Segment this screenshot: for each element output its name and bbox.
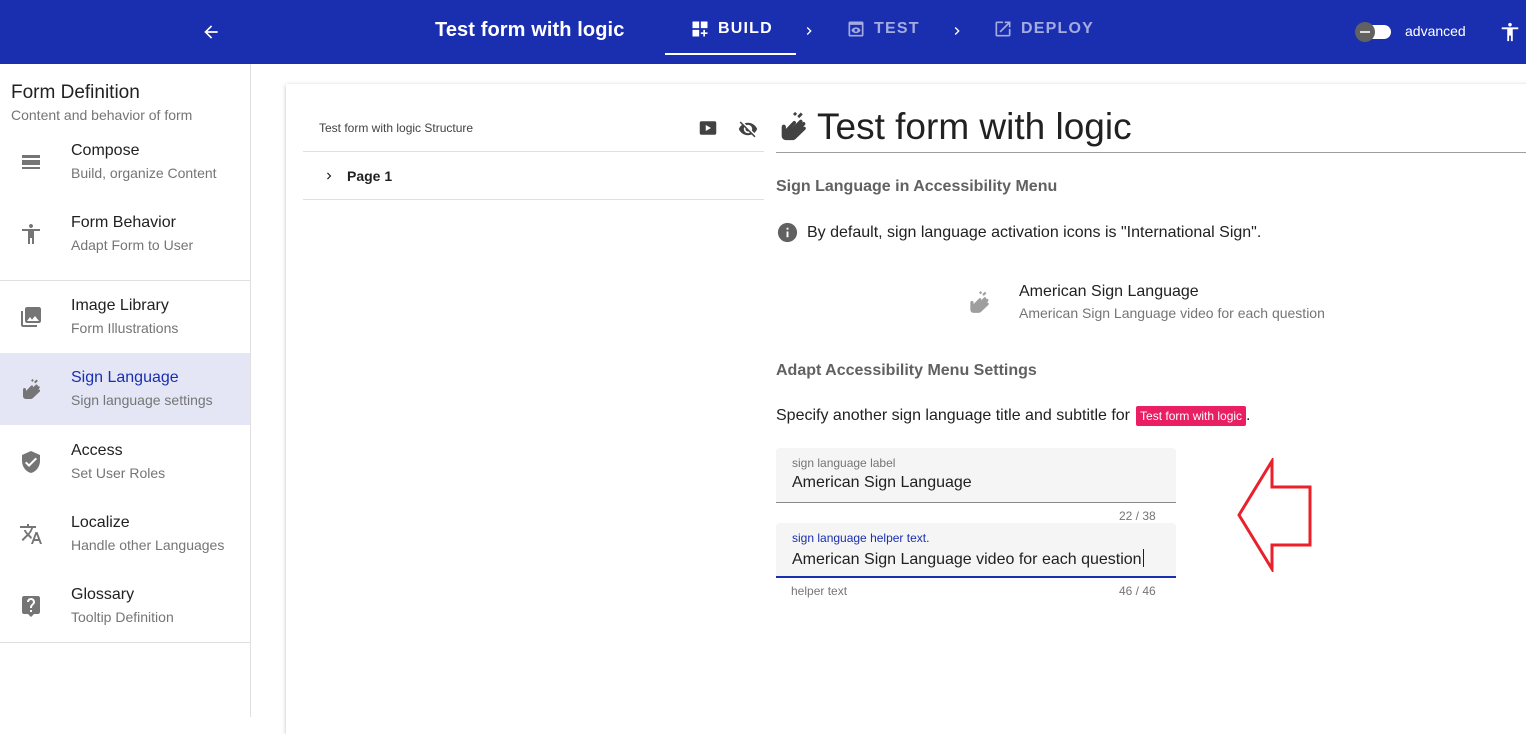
field-label: sign language helper text. xyxy=(792,531,930,545)
sidebar-item-access[interactable]: Access Set User Roles xyxy=(0,426,250,498)
accessibility-icon xyxy=(1501,22,1519,42)
sign-language-label-field[interactable]: sign language label American Sign Langua… xyxy=(776,448,1176,503)
sidebar-item-sublabel: Tooltip Definition xyxy=(71,609,174,625)
sidebar-item-sublabel: Build, organize Content xyxy=(71,165,217,181)
sidebar: Form Definition Content and behavior of … xyxy=(0,64,251,717)
info-message: By default, sign language activation ico… xyxy=(776,221,1261,244)
preview-subtitle: American Sign Language video for each qu… xyxy=(1019,305,1325,321)
view-stream-icon xyxy=(22,155,40,169)
field-value: American Sign Language video for each qu… xyxy=(792,551,1142,568)
preview-eye-icon xyxy=(848,21,864,37)
sidebar-item-label: Compose xyxy=(71,142,140,159)
specify-suffix: . xyxy=(1246,407,1251,424)
active-step-indicator xyxy=(665,53,796,55)
sidebar-item-glossary[interactable]: Glossary Tooltip Definition xyxy=(0,570,250,642)
info-text: By default, sign language activation ico… xyxy=(807,223,1262,241)
sidebar-item-compose[interactable]: Compose Build, organize Content xyxy=(0,126,250,198)
step-test[interactable]: TEST xyxy=(846,19,920,39)
sidebar-item-label: Localize xyxy=(71,514,130,531)
toggle-visibility-button[interactable] xyxy=(738,119,758,144)
chevron-right-icon[interactable] xyxy=(322,168,336,184)
text-caret xyxy=(1142,549,1144,567)
form-title: Test form with logic xyxy=(435,19,625,41)
sidebar-item-label: Form Behavior xyxy=(71,214,176,231)
chevron-right-icon xyxy=(806,27,812,35)
tree-item-page[interactable]: Page 1 xyxy=(303,152,764,199)
back-button[interactable] xyxy=(196,17,226,47)
character-counter: 46 / 46 xyxy=(1119,584,1156,598)
page-title: Test form with logic xyxy=(817,106,1132,147)
accessibility-menu-button[interactable] xyxy=(1499,19,1521,50)
sidebar-item-localize[interactable]: Localize Handle other Languages xyxy=(0,498,250,570)
page-label: Page 1 xyxy=(347,168,393,184)
step-build-label: BUILD xyxy=(718,20,773,37)
structure-heading: Test form with logic Structure xyxy=(319,121,474,135)
info-icon xyxy=(777,222,798,243)
sidebar-subtitle: Content and behavior of form xyxy=(11,107,193,123)
sidebar-item-sublabel: Sign language settings xyxy=(71,392,213,408)
sidebar-item-label: Image Library xyxy=(71,297,169,314)
section-heading: Adapt Accessibility Menu Settings xyxy=(776,362,1037,379)
sidebar-item-sublabel: Adapt Form to User xyxy=(71,237,194,253)
sign-language-helper-field[interactable]: sign language helper text. American Sign… xyxy=(776,523,1176,578)
translate-icon xyxy=(20,524,42,544)
specify-text: Specify another sign language title and … xyxy=(776,407,1131,424)
step-deploy[interactable]: DEPLOY xyxy=(993,19,1094,39)
sidebar-item-sign-language[interactable]: Sign Language Sign language settings xyxy=(0,353,250,425)
field-label: sign language label xyxy=(792,456,896,470)
verified-shield-icon xyxy=(22,451,40,473)
top-app-bar: Test form with logic BUILD TEST DEPLOY a… xyxy=(0,0,1526,64)
open-in-new-icon xyxy=(995,21,1011,37)
annotation-arrow-icon xyxy=(1237,458,1312,572)
sign-language-icon xyxy=(781,111,806,141)
help-box-icon xyxy=(22,596,40,617)
visibility-off-icon xyxy=(738,121,758,138)
sidebar-divider xyxy=(0,642,250,643)
divider xyxy=(303,199,764,200)
toggle-knob xyxy=(1355,22,1375,42)
sidebar-item-label: Access xyxy=(71,442,123,459)
section-heading: Sign Language in Accessibility Menu xyxy=(776,178,1058,195)
step-build[interactable]: BUILD xyxy=(690,19,773,39)
title-divider xyxy=(776,152,1526,153)
sidebar-item-image-library[interactable]: Image Library Form Illustrations xyxy=(0,281,250,353)
photo-library-icon xyxy=(21,307,41,327)
sidebar-item-label: Glossary xyxy=(71,586,135,603)
character-counter: 22 / 38 xyxy=(1119,509,1156,523)
sidebar-item-label: Sign Language xyxy=(71,369,179,386)
step-deploy-label: DEPLOY xyxy=(1021,20,1094,37)
accessibility-icon xyxy=(22,224,40,244)
preview-title: American Sign Language xyxy=(1019,283,1199,300)
sidebar-title: Form Definition xyxy=(11,82,140,103)
advanced-toggle[interactable] xyxy=(1355,22,1391,42)
sidebar-item-form-behavior[interactable]: Form Behavior Adapt Form to User xyxy=(0,198,250,270)
play-icon xyxy=(699,121,717,135)
preview-play-button[interactable] xyxy=(699,119,717,142)
step-test-label: TEST xyxy=(874,20,920,37)
specify-instruction: Specify another sign language title and … xyxy=(776,406,1251,426)
helper-text: helper text xyxy=(791,584,848,598)
build-dashboard-icon xyxy=(692,21,708,37)
arrow-back-icon xyxy=(204,25,218,39)
sidebar-item-sublabel: Handle other Languages xyxy=(71,537,225,553)
form-name-chip: Test form with logic xyxy=(1136,406,1247,426)
advanced-label: advanced xyxy=(1405,23,1466,39)
sidebar-item-sublabel: Set User Roles xyxy=(71,465,166,481)
field-value-wrapper[interactable]: American Sign Language video for each qu… xyxy=(792,549,1144,569)
sign-language-icon xyxy=(23,379,41,399)
sign-language-icon xyxy=(970,291,989,313)
field-value[interactable]: American Sign Language xyxy=(792,474,972,492)
sidebar-item-sublabel: Form Illustrations xyxy=(71,320,179,336)
chevron-right-icon xyxy=(954,27,960,35)
